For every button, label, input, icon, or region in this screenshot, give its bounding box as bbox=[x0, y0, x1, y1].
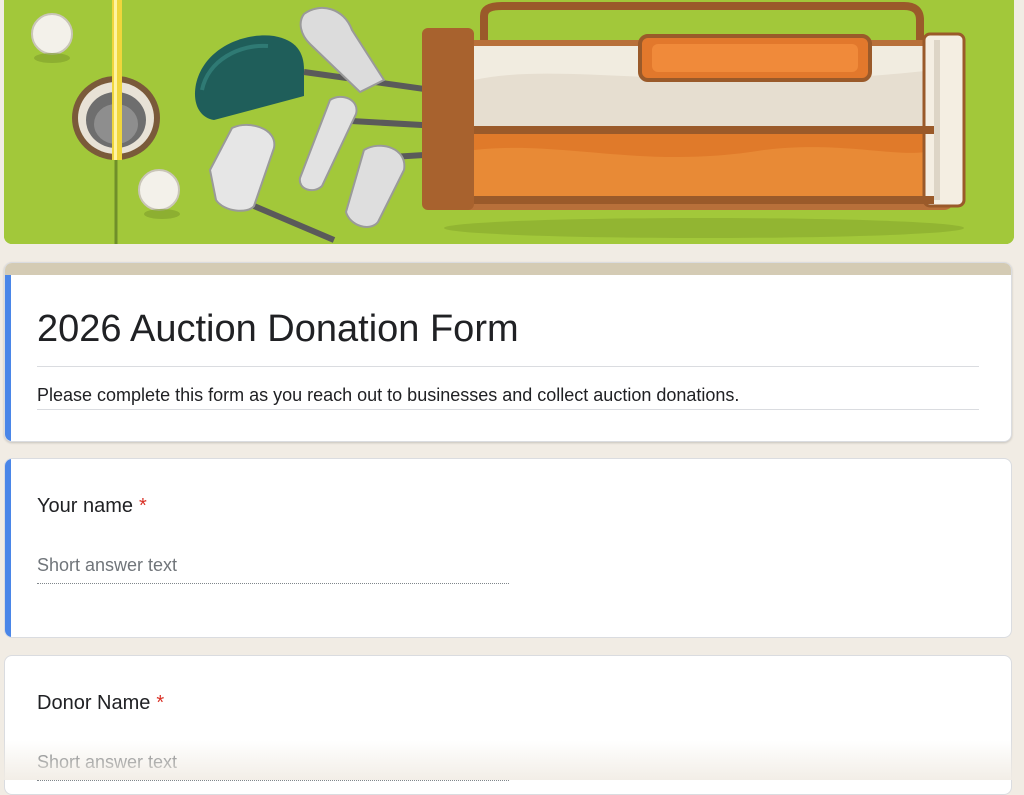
form-description: Please complete this form as you reach o… bbox=[37, 385, 740, 405]
short-answer-underline bbox=[37, 780, 509, 781]
title-card-top-bar bbox=[5, 263, 1011, 275]
question-card-donor-name[interactable]: Donor Name * Short answer text bbox=[4, 655, 1012, 795]
form-title-card: 2026 Auction Donation Form Please comple… bbox=[4, 262, 1012, 442]
form-title: 2026 Auction Donation Form bbox=[37, 308, 519, 350]
header-banner bbox=[4, 0, 1014, 244]
short-answer-input[interactable]: Short answer text bbox=[37, 750, 177, 774]
question-title: Your name bbox=[37, 495, 133, 517]
description-underline bbox=[37, 409, 979, 410]
short-answer-input[interactable]: Short answer text bbox=[37, 553, 177, 577]
required-asterisk: * bbox=[139, 495, 147, 517]
question-card-your-name[interactable]: Your name * Short answer text bbox=[4, 458, 1012, 638]
golf-bag-illustration-icon bbox=[4, 0, 1014, 244]
question-label: Your name * bbox=[37, 493, 147, 519]
short-answer-underline bbox=[37, 583, 509, 584]
active-card-indicator bbox=[5, 459, 11, 637]
question-label: Donor Name * bbox=[37, 690, 164, 716]
title-underline bbox=[37, 366, 979, 367]
required-asterisk: * bbox=[156, 692, 165, 714]
right-gutter bbox=[1014, 0, 1024, 780]
active-card-indicator bbox=[5, 275, 11, 441]
question-title: Donor Name bbox=[37, 692, 151, 714]
